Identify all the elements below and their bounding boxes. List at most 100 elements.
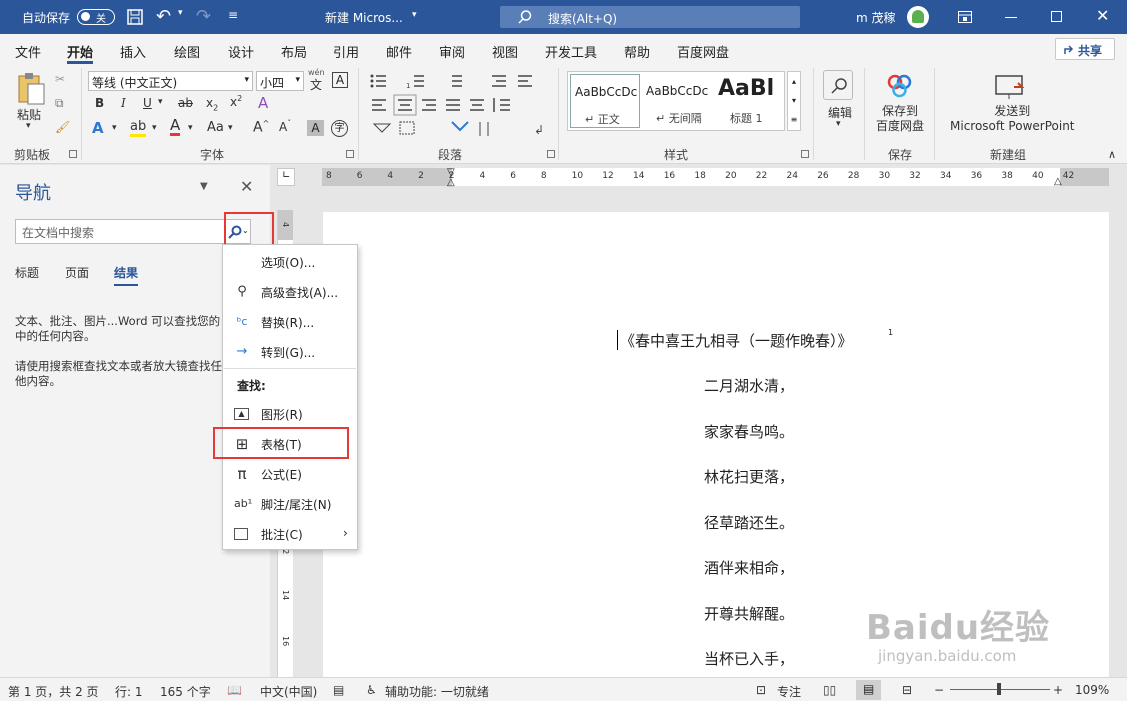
menu-item-footnote[interactable]: ab¹ 脚注/尾注(N) [223,490,357,518]
menu-item-options[interactable]: 选项(O)... [223,248,357,276]
poem-line[interactable]: 当杯已入手， [704,648,794,669]
send-to-powerpoint-button[interactable]: 发送到 Microsoft PowerPoint [950,104,1075,134]
poem-title[interactable]: 《春中喜王九相寻（一题作晚春）》 [620,330,853,351]
tab-layout[interactable]: 布局 [281,42,307,61]
menu-item-comment[interactable]: 批注(C) › [223,520,357,548]
close-icon[interactable]: ✕ [1096,6,1109,25]
proofing-icon[interactable]: 📖 [227,683,242,697]
vertical-scrollbar[interactable] [1113,165,1127,677]
paragraph-launcher-icon[interactable] [547,150,555,158]
hanging-indent-marker[interactable]: △ [447,177,455,188]
maximize-icon[interactable] [1051,11,1062,22]
tab-home[interactable]: 开始 [67,42,94,64]
ribbon-display-icon[interactable] [958,11,972,23]
macro-icon[interactable]: ▤ [333,683,344,697]
character-shading-icon[interactable]: A [307,120,324,136]
copy-icon[interactable]: ⧉ [55,96,64,111]
chevron-down-icon[interactable]: ▾ [152,123,157,133]
document-title[interactable]: 新建 Micros... [325,9,403,26]
powerpoint-icon[interactable] [994,74,1026,100]
format-painter-icon[interactable]: 🖌 [55,120,70,134]
grow-font-icon[interactable]: A^ [253,119,269,136]
title-dropdown-icon[interactable]: ▾ [412,10,417,20]
font-name-select[interactable]: 等线 (中文正文) ▾ [88,71,253,91]
minimize-icon[interactable] [1005,17,1017,18]
word-count[interactable]: 165 个字 [160,683,211,700]
clear-formatting-icon[interactable]: A [258,94,268,112]
zoom-in-icon[interactable]: + [1053,683,1063,697]
tab-file[interactable]: 文件 [15,42,41,61]
tab-review[interactable]: 审阅 [439,42,465,61]
menu-item-replace[interactable]: ᵇc 替换(R)... [223,308,357,336]
subscript-icon[interactable]: x2 [206,96,218,112]
nav-search-input[interactable]: 在文档中搜索 [15,219,251,244]
bold-icon[interactable]: B [95,96,104,110]
footnote-marker[interactable]: 1 [888,328,893,337]
save-to-baidu-button[interactable]: 保存到 百度网盘 [876,104,924,134]
tab-design[interactable]: 设计 [228,42,254,61]
styles-scroll-buttons[interactable]: ▴ ▾ ≡ [787,71,801,131]
nav-tab-headings[interactable]: 标题 [15,264,39,281]
paste-icon[interactable] [16,72,46,106]
change-case-icon[interactable]: Aa [207,120,224,135]
tab-baidu-netdisk[interactable]: 百度网盘 [677,42,729,61]
highlight-icon[interactable]: ab [130,119,147,137]
styles-launcher-icon[interactable] [801,150,809,158]
tab-help[interactable]: 帮助 [624,42,650,61]
paste-dropdown-icon[interactable]: ▾ [26,121,31,131]
accessibility-icon[interactable]: ♿ [366,683,377,697]
tab-developer[interactable]: 开发工具 [545,42,597,61]
shrink-font-icon[interactable]: Aˇ [279,119,291,134]
italic-icon[interactable]: I [121,96,126,110]
strikethrough-icon[interactable]: ab [178,96,193,110]
poem-line[interactable]: 径草踏还生。 [704,512,794,533]
superscript-icon[interactable]: x2 [230,94,242,109]
poem-line[interactable]: 开尊共解醒。 [704,603,794,624]
horizontal-ruler[interactable]: 8 6 4 2 2 4 6 8 10 12 14 16 18 20 22 24 26 28 30 32 34 36 38 40… [322,167,1109,188]
save-icon[interactable] [127,9,143,25]
clipboard-launcher-icon[interactable] [69,150,77,158]
zoom-out-icon[interactable]: − [934,683,944,697]
line-number[interactable]: 行: 1 [115,683,143,700]
read-mode-icon[interactable]: ▯▯ [823,683,836,697]
focus-mode[interactable]: 专注 [777,683,801,700]
menu-item-equation[interactable]: π 公式(E) [223,460,357,488]
text-effects-icon[interactable]: A [92,119,104,137]
focus-icon[interactable]: ⊡ [756,683,766,697]
tab-draw[interactable]: 绘图 [174,42,200,61]
chevron-down-icon[interactable]: ▾ [112,123,117,133]
autosave-toggle[interactable]: 关 [77,9,115,25]
font-color-icon[interactable]: A [170,117,181,136]
zoom-level[interactable]: 109% [1075,683,1109,697]
web-layout-icon[interactable]: ⊟ [902,683,912,697]
tab-insert[interactable]: 插入 [120,42,146,61]
user-name[interactable]: m 茂稼 [856,9,896,26]
style-heading-1[interactable]: AaBl 标题 1 [714,74,784,128]
style-normal[interactable]: AaBbCcDc ↵ 正文 [570,74,640,128]
editing-button[interactable] [823,70,853,100]
nav-close-icon[interactable]: ✕ [240,177,253,196]
customize-icon[interactable]: ≡ [228,8,238,22]
undo-icon[interactable]: ↶ [156,6,171,27]
tab-mailings[interactable]: 邮件 [386,42,412,61]
language[interactable]: 中文(中国) [260,683,317,700]
right-indent-marker[interactable]: △ [1054,176,1062,187]
collapse-ribbon-icon[interactable]: ∧ [1108,148,1116,161]
poem-line[interactable]: 林花扫更落， [704,466,794,487]
underline-dropdown-icon[interactable]: ▾ [158,97,163,107]
paragraph-tools[interactable]: 1 ↲ [368,72,548,142]
avatar[interactable] [907,6,929,28]
underline-icon[interactable]: U [143,96,152,110]
accessibility-status[interactable]: 辅助功能: 一切就绪 [385,683,489,700]
menu-item-graphics[interactable]: ▲ 图形(R) [223,400,357,428]
nav-options-icon[interactable]: ▼ [200,181,208,192]
zoom-slider-thumb[interactable] [997,683,1001,695]
poem-line[interactable]: 二月湖水清， [704,375,794,396]
baidu-netdisk-icon[interactable] [886,74,914,98]
cut-icon[interactable]: ✂ [55,72,65,86]
tab-view[interactable]: 视图 [492,42,518,61]
style-no-spacing[interactable]: AaBbCcDc ↵ 无间隔 [642,74,712,128]
enclose-characters-icon[interactable]: 字 [331,120,348,137]
page-count[interactable]: 第 1 页，共 2 页 [8,683,99,700]
nav-tab-pages[interactable]: 页面 [65,264,89,281]
